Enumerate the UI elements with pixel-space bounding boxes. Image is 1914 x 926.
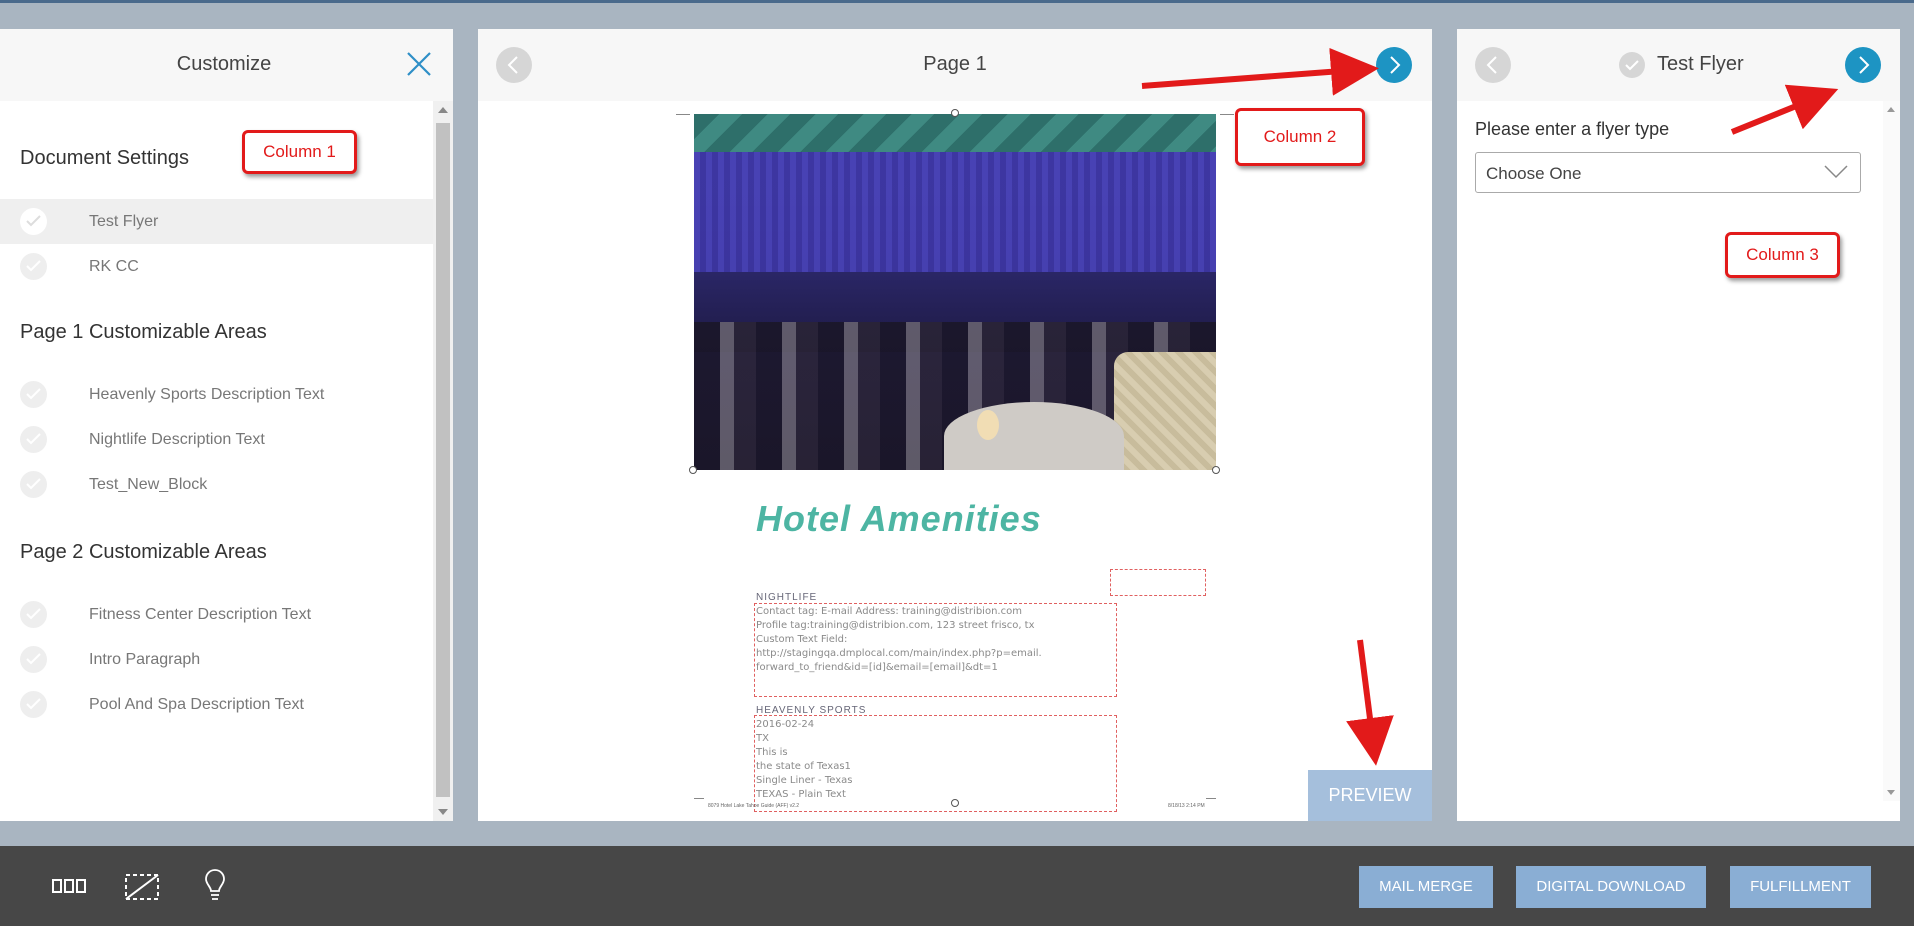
arrow-to-next-field: [1730, 84, 1839, 135]
arrow-to-preview: [1346, 639, 1394, 766]
pages-view-icon[interactable]: [52, 878, 86, 899]
digital-download-button[interactable]: DIGITAL DOWNLOAD: [1516, 866, 1706, 908]
mail-merge-button[interactable]: MAIL MERGE: [1359, 866, 1493, 908]
lightbulb-icon[interactable]: [204, 868, 226, 907]
arrow-to-next-page: [1141, 47, 1379, 96]
annotation-arrows: [1141, 47, 1839, 766]
fulfillment-button[interactable]: FULFILLMENT: [1730, 866, 1871, 908]
bottom-toolbar: MAIL MERGE DIGITAL DOWNLOAD FULFILLMENT: [0, 846, 1914, 926]
hide-guides-icon[interactable]: [124, 872, 160, 907]
